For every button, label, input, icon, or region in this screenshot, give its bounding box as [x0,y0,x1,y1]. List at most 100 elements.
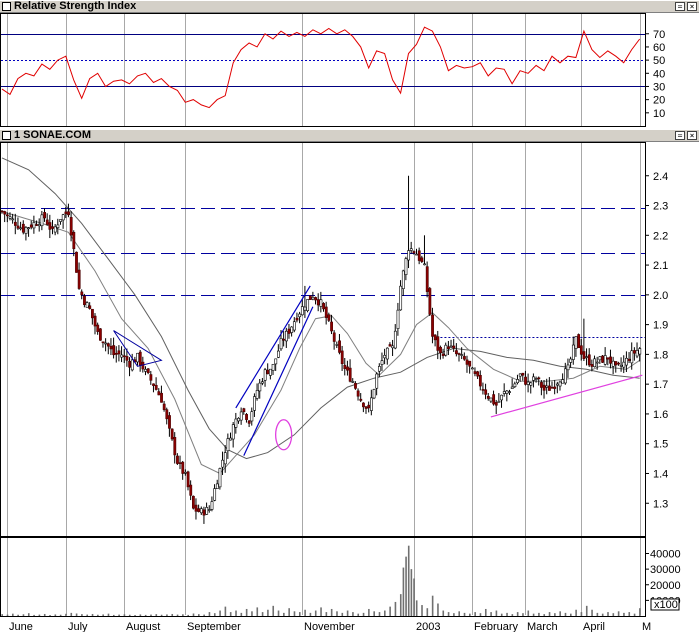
candle-body [587,354,591,366]
candle-body [210,501,214,510]
volume-y-tick-label: 40000 [650,549,681,561]
candle-body [192,495,195,509]
candle-body [508,391,511,393]
x-axis-month-label: August [126,621,160,632]
candle-body [606,357,610,360]
x-axis-month-label: November [304,621,355,632]
candle-body [8,216,12,219]
rsi-panel-title: Relative Strength Index [14,0,137,12]
volume-bar [538,612,540,616]
candle-body [550,387,554,389]
volume-bar [139,614,142,616]
candle-body [83,295,86,305]
candle-body [563,368,567,384]
candle-body [205,507,209,515]
close-icon[interactable]: × [687,131,697,140]
candle-body [617,362,620,365]
volume-bar [128,614,131,616]
price-y-tick-label: 1.4 [653,468,668,480]
candle-body [279,338,283,350]
candle-body [104,342,108,345]
close-icon[interactable]: × [687,2,697,11]
price-chart: 1.3 1.4 1.5 1.6 1.7 1.8 1.9 2.0 2.1 2.2 2.3 2.4 [0,142,668,537]
candle-body [287,328,291,334]
candle-body [391,345,395,349]
restore-icon[interactable]: = [675,131,685,140]
candle-body [106,343,110,347]
volume-bar [256,607,259,616]
candle-body [388,344,392,347]
volume-bar [623,612,625,616]
candle-body [481,389,485,391]
candle-body [383,355,387,359]
candle-body [417,250,421,261]
candle-body [101,341,105,344]
candle-body [630,350,634,364]
candle-body [319,299,323,307]
candle-body [160,392,163,403]
candle-body [409,248,413,251]
volume-bar [484,608,487,616]
volume-bar [413,578,415,616]
rsi-y-tick-label: 20 [653,95,665,107]
candle-body [261,381,264,384]
volume-bar [633,613,636,616]
candle-body [184,472,187,474]
volume-bar [320,607,322,616]
candle-body [75,251,78,273]
volume-bar [261,612,264,616]
candle-body [91,308,94,319]
candle-body [460,354,464,356]
candle-body [638,348,642,355]
volume-bar [134,615,136,616]
volume-bar [607,612,609,616]
candle-body [574,336,578,349]
candle-body [590,364,594,367]
volume-bar [6,614,9,616]
candle-body [372,389,376,399]
volume-bar [17,614,19,616]
candle-body [138,351,142,366]
candle-body [526,381,530,385]
panel-menu-icon[interactable] [2,131,11,140]
volume-bar [330,608,333,616]
candle-body [96,324,100,332]
volume-bar [591,609,593,616]
volume-bar [54,614,57,616]
candle-body [385,347,389,360]
x-axis-month-label: M [642,621,651,632]
candle-body [540,382,543,388]
candle-body [433,334,437,341]
candle-body [231,424,235,440]
candle-body [420,257,424,262]
candle-body [396,309,400,329]
volume-bar [463,612,466,616]
volume-bar [394,601,397,616]
volume-bar [235,610,237,616]
candle-body [566,364,570,371]
candle-body [513,383,517,388]
panel-menu-icon[interactable] [2,2,11,11]
volume-bar [479,613,482,616]
restore-icon[interactable]: = [675,2,685,11]
candle-body [571,344,575,360]
candle-body [24,227,28,234]
candle-body [37,224,41,227]
candle-body [428,288,432,315]
volume-bar [166,614,168,616]
candle-body [271,363,275,371]
volume-bar [118,614,120,616]
volume-bar [97,614,99,616]
candle-body [223,452,227,465]
candle-body [130,359,134,371]
rsi-y-tick-label: 10 [653,108,665,120]
candle-body [635,350,639,357]
volume-bar [373,611,375,616]
volume-bar [176,614,179,616]
rsi-y-tick-label: 70 [653,29,665,41]
candle-body [404,258,408,275]
candle-body [242,408,246,412]
volume-bar [402,567,405,616]
candle-body [253,396,256,411]
candle-body [338,340,341,353]
